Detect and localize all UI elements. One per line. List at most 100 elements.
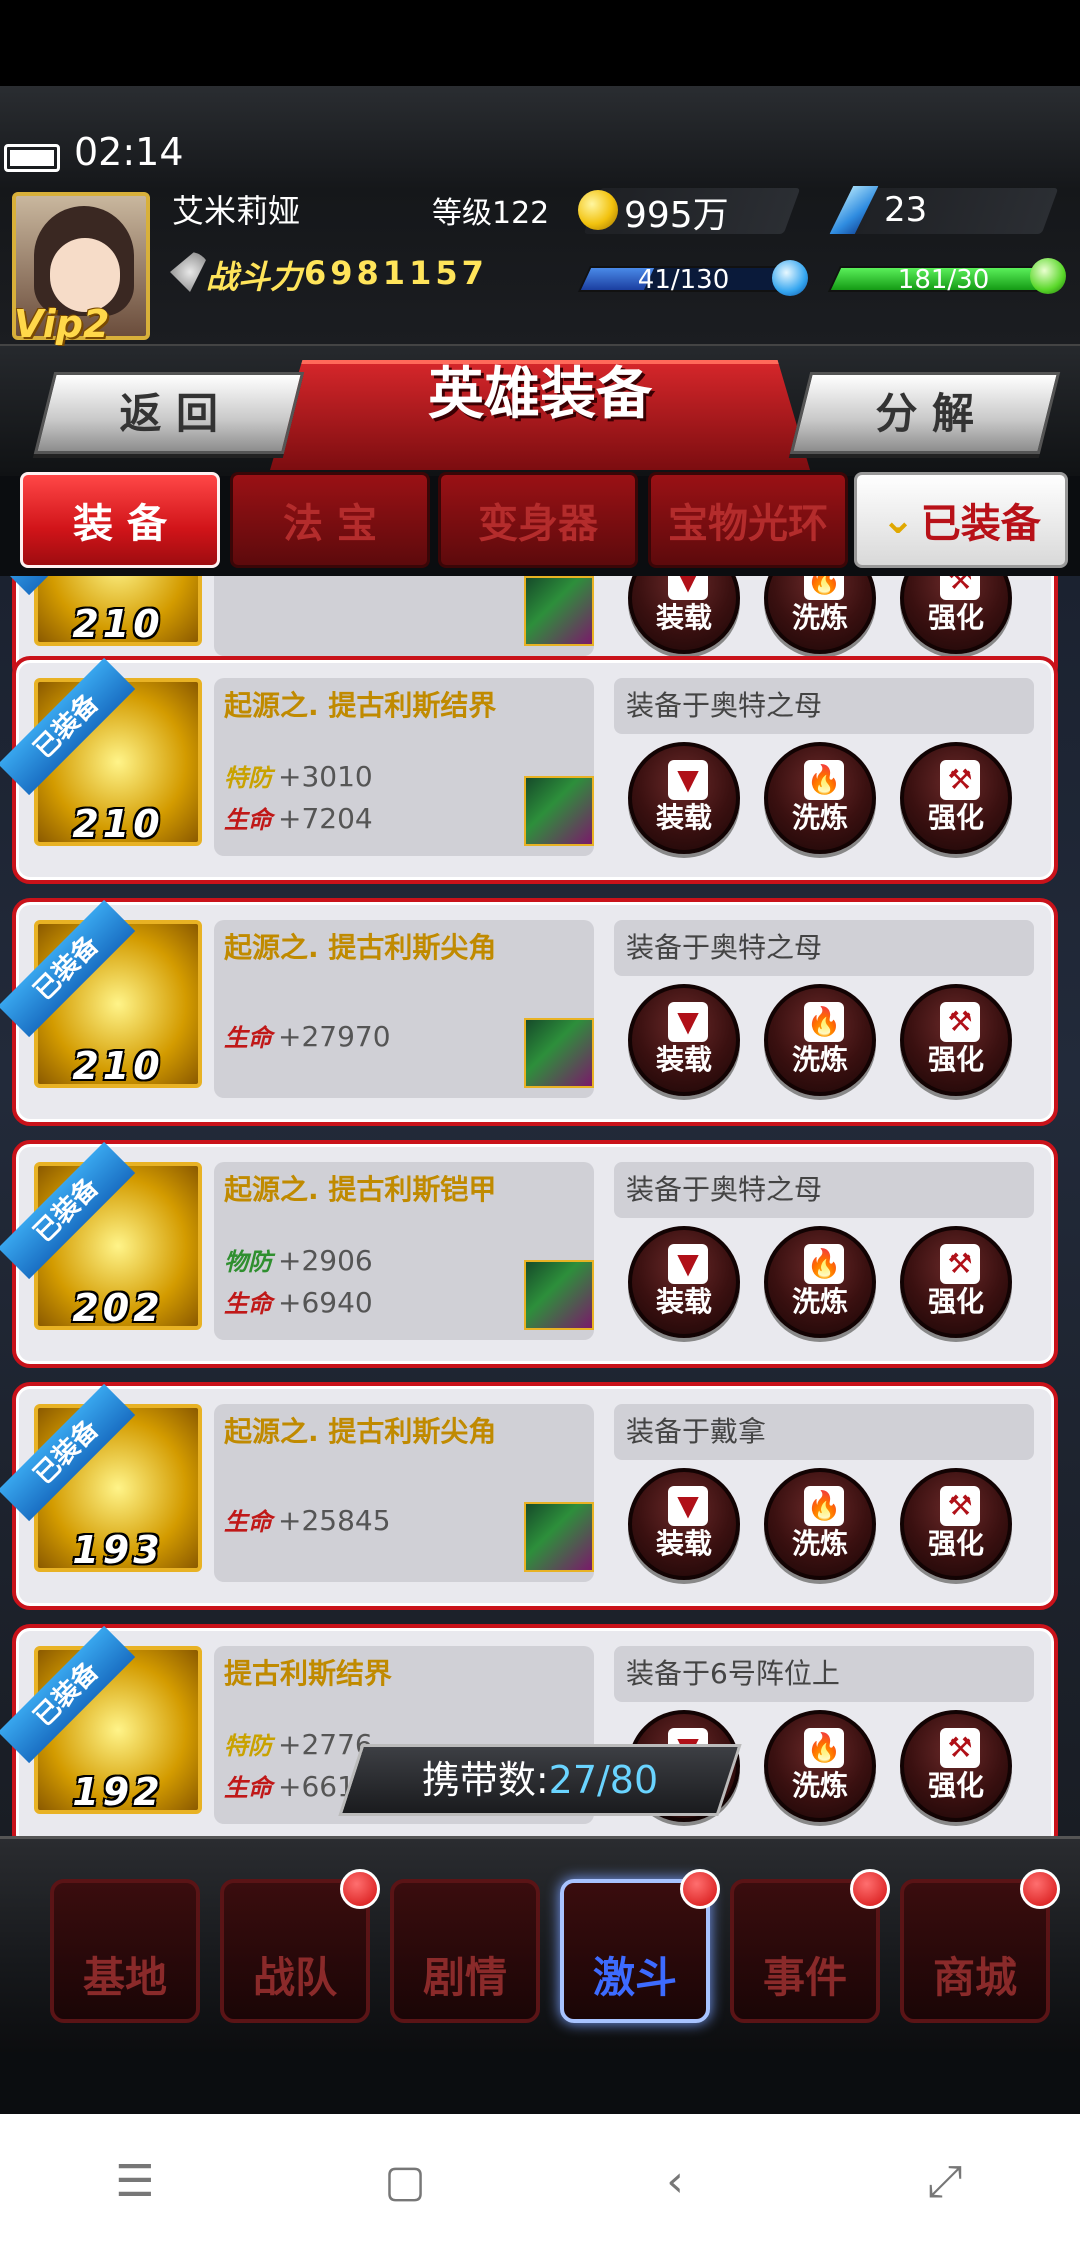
load-button[interactable]: ▼装载 xyxy=(628,742,740,854)
equipment-name: 起源之. 提古利斯铠甲 xyxy=(224,1173,497,1206)
energy-text: 41/130 xyxy=(637,265,730,295)
energy-bar: 41/130 xyxy=(577,265,791,295)
top-bar xyxy=(0,0,1080,86)
notification-dot xyxy=(850,1869,890,1909)
enhance-button[interactable]: ⚒ 强化 xyxy=(900,576,1012,654)
load-button[interactable]: ▼装载 xyxy=(628,1468,740,1580)
load-button[interactable]: ▼装载 xyxy=(628,984,740,1096)
load-icon: ▼ xyxy=(668,1486,708,1526)
enhance-icon: ⚒ xyxy=(940,1486,980,1526)
notification-dot xyxy=(1020,1869,1060,1909)
clock: 02:14 xyxy=(74,130,184,174)
category-tabs: 装 备 法 宝 变身器 宝物光环 ⌄ 已装备 xyxy=(0,472,1080,576)
stat-line: 生命 +6940 xyxy=(224,1286,373,1319)
tab-treasure[interactable]: 法 宝 xyxy=(230,472,430,568)
energy-orb-icon xyxy=(772,260,808,296)
equipment-info: 起源之. 提古利斯尖角 生命 +25845 xyxy=(214,1404,594,1582)
system-nav: ☰ ▢ ‹ ⤢ xyxy=(0,2114,1080,2248)
gem-bar xyxy=(841,188,1059,234)
load-button[interactable]: ▼装载 xyxy=(628,576,740,654)
equipment-level: 193 xyxy=(72,1528,164,1572)
vip-badge: Vip2 xyxy=(14,302,110,346)
equipment-card[interactable]: 210 已装备 起源之. 提古利斯结界 特防 +3010 生命 +7204 装备于奥特… xyxy=(0,656,1058,884)
equipment-card[interactable]: 193 已装备 起源之. 提古利斯尖角 生命 +25845 装备于戴拿 ▼ 装载 🔥 洗… xyxy=(0,1382,1058,1610)
stamina-text: 181/30 xyxy=(897,265,990,295)
stat-line: 生命 +25845 xyxy=(224,1504,391,1537)
load-icon: ▼ xyxy=(668,760,708,800)
enhance-icon: ⚒ xyxy=(940,1244,980,1284)
enhance-icon: ⚒ xyxy=(940,1002,980,1042)
enhance-button[interactable]: ⚒ 强化 xyxy=(900,984,1012,1096)
carry-count: 携带数:27/80 xyxy=(338,1744,742,1816)
refine-button[interactable]: 🔥 洗炼 xyxy=(764,1710,876,1822)
back-icon[interactable]: ‹ xyxy=(635,2156,715,2207)
refine-button[interactable]: 🔥 洗炼 xyxy=(764,1468,876,1580)
refine-button[interactable]: 🔥 洗炼 xyxy=(764,1226,876,1338)
hero-portrait[interactable] xyxy=(524,576,594,646)
enhance-button[interactable]: ⚒ 强化 xyxy=(900,1710,1012,1822)
recent-icon[interactable]: ⤢ xyxy=(905,2156,985,2207)
equipment-name: 起源之. 提古利斯结界 xyxy=(224,689,497,722)
hero-portrait[interactable] xyxy=(524,776,594,846)
refine-icon: 🔥 xyxy=(804,1244,844,1284)
refine-button[interactable]: 🔥 洗炼 xyxy=(764,576,876,654)
decompose-button[interactable]: 分 解 xyxy=(789,372,1061,454)
equipped-to-label: 装备于奥特之母 xyxy=(614,1162,1034,1218)
equipment-name: 起源之. 提古利斯尖角 xyxy=(224,931,497,964)
power-label: 战斗力 xyxy=(206,258,303,296)
equipment-info xyxy=(214,576,594,656)
equipment-level: 202 xyxy=(72,1286,164,1330)
enhance-icon: ⚒ xyxy=(940,760,980,800)
equipped-to-label: 装备于奥特之母 xyxy=(614,678,1034,734)
hero-portrait[interactable] xyxy=(524,1260,594,1330)
equipped-to-label: 装备于奥特之母 xyxy=(614,920,1034,976)
tab-equipment[interactable]: 装 备 xyxy=(20,472,220,568)
gold-value: 995万 xyxy=(624,195,729,236)
enhance-icon: ⚒ xyxy=(940,1728,980,1768)
stat-line: 生命 +27970 xyxy=(224,1020,391,1053)
stat-line: 特防 +2776 xyxy=(224,1728,373,1761)
enhance-button[interactable]: ⚒ 强化 xyxy=(900,1226,1012,1338)
refine-icon: 🔥 xyxy=(804,1728,844,1768)
equipment-name: 起源之. 提古利斯尖角 xyxy=(224,1415,497,1448)
refine-icon: 🔥 xyxy=(804,1002,844,1042)
home-icon[interactable]: ▢ xyxy=(365,2156,445,2207)
refine-button[interactable]: 🔥 洗炼 xyxy=(764,984,876,1096)
back-button[interactable]: 返 回 xyxy=(33,372,305,454)
tab-transformer[interactable]: 变身器 xyxy=(438,472,638,568)
player-level: 等级122 xyxy=(432,196,550,231)
equipment-card[interactable]: 202 已装备 起源之. 提古利斯铠甲 物防 +2906 生命 +6940 装备于奥特… xyxy=(0,1140,1058,1368)
equipment-info: 起源之. 提古利斯尖角 生命 +27970 xyxy=(214,920,594,1098)
load-button[interactable]: ▼装载 xyxy=(628,1226,740,1338)
app: 02:14 Vip2 艾米莉娅 等级122 995万 23 战斗力 698115… xyxy=(0,0,1080,2248)
refine-button[interactable]: 🔥 洗炼 xyxy=(764,742,876,854)
nav-base[interactable]: 基地 xyxy=(50,1879,200,2023)
enhance-button[interactable]: ⚒ 强化 xyxy=(900,742,1012,854)
hero-portrait[interactable] xyxy=(524,1018,594,1088)
stat-line: 生命 +7204 xyxy=(224,802,373,835)
equipped-to-label: 装备于6号阵位上 xyxy=(614,1646,1034,1702)
menu-icon[interactable]: ☰ xyxy=(95,2156,175,2207)
notification-dot xyxy=(680,1869,720,1909)
gold-coin-icon xyxy=(578,190,618,230)
enhance-button[interactable]: ⚒ 强化 xyxy=(900,1468,1012,1580)
equipment-info: 起源之. 提古利斯结界 特防 +3010 生命 +7204 xyxy=(214,678,594,856)
equipment-list[interactable]: 210 已装备 ▼装载🔥洗炼⚒强化 210 已装备 起源之. 提古利斯结界 特防… xyxy=(0,576,1080,1836)
equipment-card[interactable]: 210 已装备 起源之. 提古利斯尖角 生命 +27970 装备于奥特之母 ▼ 装载… xyxy=(0,898,1058,1126)
power-value: 6981157 xyxy=(304,254,488,292)
gem-value: 23 xyxy=(884,190,928,230)
tab-halo[interactable]: 宝物光环 xyxy=(648,472,848,568)
equipment-level: 210 xyxy=(72,1044,164,1088)
equipment-level: 210 xyxy=(72,602,164,646)
equipped-to-label: 装备于戴拿 xyxy=(614,1404,1034,1460)
stat-line: 特防 +3010 xyxy=(224,760,373,793)
nav-story[interactable]: 剧情 xyxy=(390,1879,540,2023)
stamina-leaf-icon xyxy=(1030,258,1066,294)
equipment-name: 提古利斯结界 xyxy=(224,1657,393,1690)
stat-line: 生命 +661 xyxy=(224,1770,355,1803)
stat-line: 物防 +2906 xyxy=(224,1244,373,1277)
equipment-level: 192 xyxy=(72,1770,164,1814)
tab-equipped-filter[interactable]: ⌄ 已装备 xyxy=(854,472,1068,568)
page-title: 英雄装备 xyxy=(428,362,652,427)
hero-portrait[interactable] xyxy=(524,1502,594,1572)
